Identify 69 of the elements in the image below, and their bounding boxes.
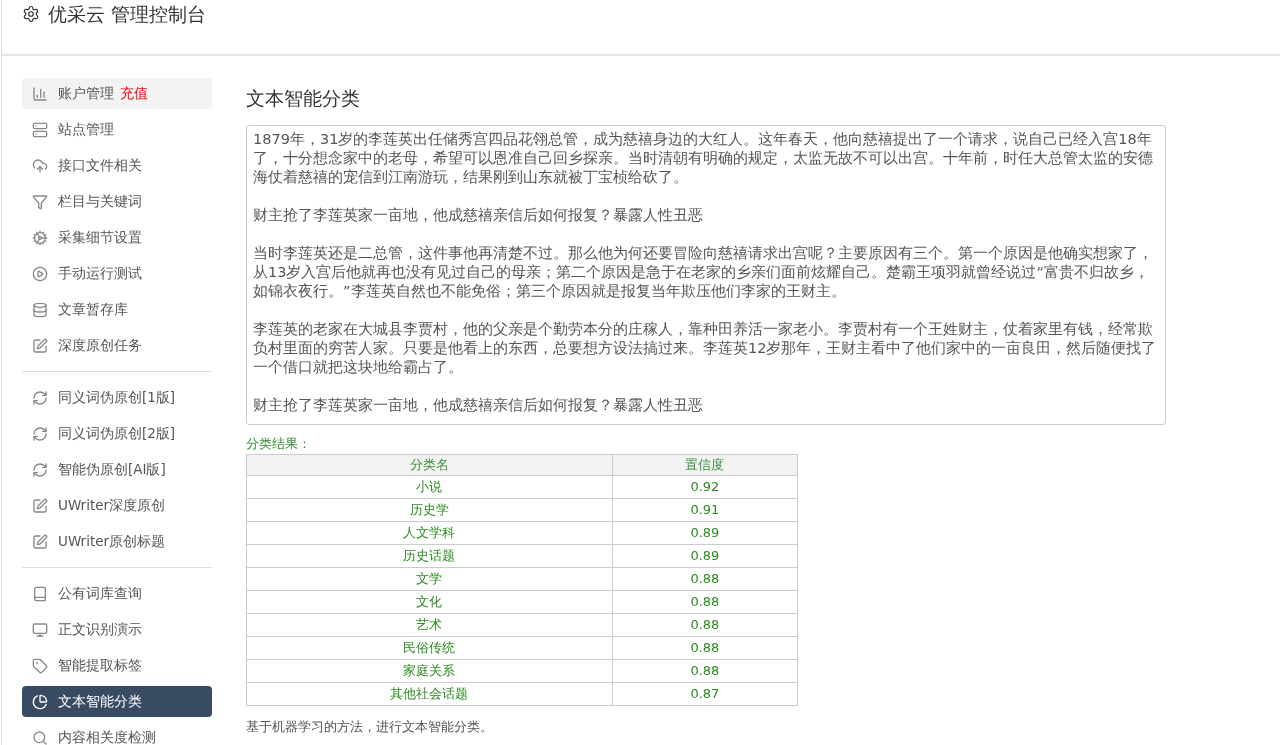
column-header: 分类名	[246, 454, 613, 476]
table-cell: 历史学	[246, 498, 613, 522]
sidebar-item[interactable]: 公有词库查询	[22, 578, 212, 609]
sidebar-item[interactable]: 账户管理 充值	[22, 78, 212, 109]
table-cell: 0.88	[612, 659, 798, 683]
table-cell: 0.91	[612, 498, 798, 522]
table-cell: 人文学科	[246, 521, 613, 545]
monitor-icon	[32, 621, 48, 638]
refresh-icon	[32, 389, 48, 406]
sidebar-item[interactable]: 内容相关度检测	[22, 722, 212, 745]
sidebar-item[interactable]: 文章暂存库	[22, 294, 212, 325]
cloud-upload-icon	[32, 157, 48, 174]
table-cell: 0.88	[612, 636, 798, 660]
sidebar-item[interactable]: 采集细节设置	[22, 222, 212, 253]
sidebar-item[interactable]: UWriter原创标题	[22, 526, 212, 557]
paragraph-text: 1879年，31岁的李莲英出任储秀宫四品花翎总管，成为慈禧身边的大红人。这年春天，他向慈禧提出了一个请求，说自己已经入宫18年了，十分想念家中的老母，希望可以恩准自己回乡探亲。当时清朝有明确的规定，太监无故不可以出宫。十年前，时任大总管太监的安德海仗着慈禧的宠信到江南游玩，结果刚到山东就被丁宝桢给砍了。	[253, 130, 1154, 187]
refresh-icon	[32, 425, 48, 442]
table-cell: 0.88	[612, 590, 798, 614]
table-cell: 艺术	[246, 613, 613, 637]
table-cell: 0.88	[612, 567, 798, 591]
filter-icon	[32, 193, 48, 210]
tag-icon	[32, 657, 48, 674]
table-cell: 其他社会话题	[246, 682, 613, 706]
table-cell: 文学	[246, 567, 613, 591]
table-cell: 家庭关系	[246, 659, 613, 683]
text-input-field[interactable]	[246, 125, 1166, 425]
table-cell: 小说	[246, 475, 613, 499]
sidebar-item[interactable]: 智能提取标签	[22, 650, 212, 681]
table-cell: 0.88	[612, 613, 798, 637]
pie-chart-icon	[32, 693, 48, 710]
paragraph-text: 李莲英的老家在大城县李贾村，他的父亲是个勤劳本分的庄稼人，靠种田养活一家老小。李贾村有一个王姓财主，仗着家里有钱，经常欺负村里面的穷苦人家。只要是他看上的东西，总要想方设法搞过来。李莲英12岁那年，王财主看中了他们家中的一亩良田，然后随便找了一个借口就把这块地给霸占了。	[253, 320, 1158, 377]
paragraph-text: 财主抢了李莲英家一亩地，他成慈禧亲信后如何报复？暴露人性丑恶	[253, 206, 704, 225]
result-label: 分类结果：	[246, 435, 312, 453]
server-icon	[32, 121, 48, 138]
column-header: 置信度	[612, 454, 798, 476]
edit-icon	[32, 497, 48, 514]
sidebar-item[interactable]: 手动运行测试	[22, 258, 212, 289]
database-icon	[32, 301, 48, 318]
sidebar-item[interactable]: 同义词伪原创[1版]	[22, 382, 212, 413]
table-cell: 文化	[246, 590, 613, 614]
sidebar-item[interactable]: 智能伪原创[AI版]	[22, 454, 212, 485]
table-cell: 民俗传统	[246, 636, 613, 660]
search-icon	[32, 729, 48, 745]
book-icon	[32, 585, 48, 602]
gear-icon	[32, 229, 48, 246]
paragraph-text: 财主抢了李莲英家一亩地，他成慈禧亲信后如何报复？暴露人性丑恶	[253, 396, 704, 415]
table-cell: 0.89	[612, 544, 798, 568]
sidebar-item[interactable]: 正文识别演示	[22, 614, 212, 645]
sidebar-item[interactable]: 栏目与关键词	[22, 186, 212, 217]
settings-icon	[22, 5, 40, 23]
table-cell: 0.87	[612, 682, 798, 706]
edit-icon	[32, 533, 48, 550]
refresh-icon	[32, 461, 48, 478]
play-icon	[32, 265, 48, 282]
sidebar-item[interactable]: 深度原创任务	[22, 330, 212, 361]
page-title: 文本智能分类	[246, 86, 361, 111]
table-cell: 历史话题	[246, 544, 613, 568]
description-text: 基于机器学习的方法，进行文本智能分类。	[246, 718, 494, 736]
table-cell: 0.89	[612, 521, 798, 545]
sidebar-item[interactable]: 同义词伪原创[2版]	[22, 418, 212, 449]
console-title: 优采云 管理控制台	[48, 2, 207, 26]
paragraph-text: 当时李莲英还是二总管，这件事他再清楚不过。那么他为何还要冒险向慈禧请求出宫呢？主要原因有三个。第一个原因是他确实想家了，从13岁入宫后他就再也没有见过自己的母亲；第二个原因是急于在老家的乡亲们面前炫耀自己。楚霸王项羽就曾经说过“富贵不归故乡，如锦衣夜行。”李莲英自然也不能免俗；第三个原因就是报复当年欺压他们李家的王财主。	[253, 244, 1154, 301]
table-cell: 0.92	[612, 475, 798, 499]
sidebar-item[interactable]: 文本智能分类	[22, 686, 212, 717]
sidebar-item[interactable]: UWriter深度原创	[22, 490, 212, 521]
bar-chart-icon	[32, 85, 48, 102]
sidebar-item[interactable]: 接口文件相关	[22, 150, 212, 181]
edit-icon	[32, 337, 48, 354]
sidebar-item[interactable]: 站点管理	[22, 114, 212, 145]
